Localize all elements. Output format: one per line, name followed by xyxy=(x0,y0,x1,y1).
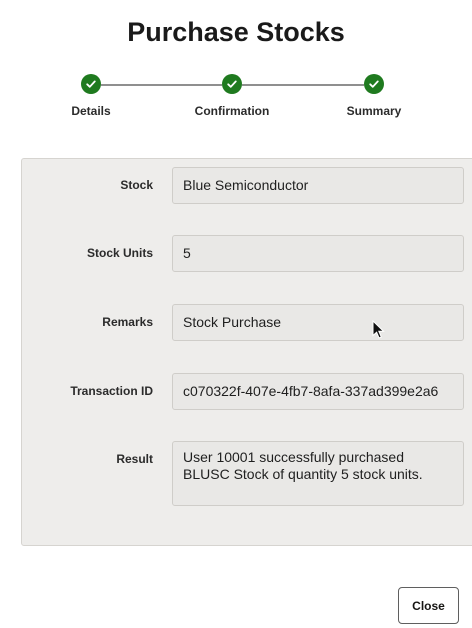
page-title: Purchase Stocks xyxy=(127,17,345,47)
stock-field[interactable]: Blue Semiconductor xyxy=(172,167,464,204)
stock-label: Stock xyxy=(120,178,153,192)
result-label: Result xyxy=(116,452,153,466)
remarks-field[interactable]: Stock Purchase xyxy=(172,304,464,341)
checkmark-icon xyxy=(222,74,242,94)
transaction-id-field[interactable]: c070322f-407e-4fb7-8afa-337ad399e2a6 xyxy=(172,373,464,410)
remarks-label: Remarks xyxy=(102,315,153,329)
checkmark-icon xyxy=(364,74,384,94)
step-details: Details xyxy=(31,74,151,118)
result-field[interactable]: User 10001 successfully purchased BLUSC … xyxy=(172,441,464,506)
progress-stepper: Details Confirmation Summary xyxy=(0,74,472,124)
close-button[interactable]: Close xyxy=(398,587,459,624)
stock-units-field[interactable]: 5 xyxy=(172,235,464,272)
step-confirmation: Confirmation xyxy=(172,74,292,118)
checkmark-icon xyxy=(81,74,101,94)
step-label: Details xyxy=(71,104,111,118)
transaction-id-label: Transaction ID xyxy=(70,384,153,398)
step-summary: Summary xyxy=(314,74,434,118)
step-label: Confirmation xyxy=(194,104,270,118)
purchase-stocks-dialog: Purchase Stocks Details Confirmation Sum… xyxy=(0,0,472,628)
mouse-pointer-icon xyxy=(372,320,385,339)
step-label: Summary xyxy=(346,104,402,118)
stock-units-label: Stock Units xyxy=(86,246,153,260)
purchase-summary-form: Stock Blue Semiconductor Stock Units 5 R… xyxy=(21,158,472,546)
